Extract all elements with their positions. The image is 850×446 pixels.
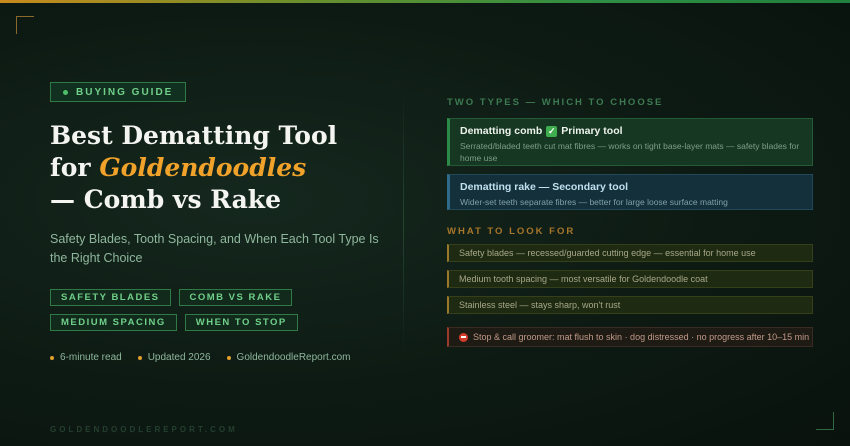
feature-safety-blades: Safety blades — recessed/guarded cutting…: [447, 244, 813, 262]
stop-warning: Stop & call groomer: mat flush to skin ·…: [447, 327, 813, 347]
no-entry-icon: [459, 332, 468, 342]
topic-tags: SAFETY BLADES COMB VS RAKE MEDIUM SPACIN…: [50, 289, 350, 339]
meta-read-time: 6-minute read: [50, 352, 122, 363]
feature-stainless-steel: Stainless steel — stays sharp, won't rus…: [447, 296, 813, 314]
feature-medium-spacing: Medium tooth spacing — most versatile fo…: [447, 270, 813, 288]
look-for-heading: WHAT TO LOOK FOR: [447, 226, 576, 237]
tag-row-2: MEDIUM SPACING WHEN TO STOP: [50, 314, 350, 331]
meta-updated: Updated 2026: [137, 352, 211, 363]
card-comb-title: Dematting comb ✓ Primary tool: [460, 125, 802, 137]
tag-row-1: SAFETY BLADES COMB VS RAKE: [50, 289, 350, 306]
card-dematting-rake: Dematting rake — Secondary tool Wider-se…: [447, 174, 813, 210]
card-comb-title-suffix: Primary tool: [561, 125, 623, 137]
meta-updated-label: Updated 2026: [147, 352, 211, 363]
card-dematting-comb: Dematting comb ✓ Primary tool Serrated/b…: [447, 118, 813, 166]
footer-site-name: GOLDENDOODLEREPORT.COM: [50, 425, 238, 434]
card-comb-title-prefix: Dematting comb: [460, 125, 543, 137]
card-comb-description: Serrated/bladed teeth cut mat fibres — w…: [460, 141, 800, 163]
tag-comb-vs-rake: COMB VS RAKE: [178, 289, 293, 306]
title-line-2-prefix: for: [50, 153, 100, 182]
title-line-2-accent: Goldendoodles: [99, 153, 307, 182]
meta-site-label: GoldendoodleReport.com: [236, 352, 351, 363]
page-subtitle: Safety Blades, Tooth Spacing, and When E…: [50, 232, 379, 265]
meta-site: GoldendoodleReport.com: [226, 352, 351, 363]
corner-bracket-bottom-right: [816, 412, 834, 430]
article-meta: 6-minute read Updated 2026 GoldendoodleR…: [50, 352, 351, 363]
meta-read-time-label: 6-minute read: [60, 352, 122, 363]
bullet-icon: [50, 355, 54, 360]
badge-label: BUYING GUIDE: [76, 86, 174, 98]
title-line-3: — Comb vs Rake: [50, 185, 281, 214]
card-rake-title: Dematting rake — Secondary tool: [460, 181, 629, 193]
buying-guide-badge: BUYING GUIDE: [50, 82, 187, 102]
bullet-icon: [137, 355, 142, 360]
stop-warning-text: Stop & call groomer: mat flush to skin ·…: [473, 332, 810, 342]
top-accent-bar: [0, 0, 850, 3]
title-line-1: Best Dematting Tool: [50, 121, 338, 150]
tag-when-to-stop: WHEN TO STOP: [184, 314, 298, 331]
badge-dot-icon: [63, 89, 68, 95]
page-title: Best Dematting Tool for Goldendoodles — …: [50, 120, 390, 216]
bullet-icon: [226, 355, 231, 360]
card-rake-description: Wider-set teeth separate fibres — better…: [460, 197, 728, 207]
tag-medium-spacing: MEDIUM SPACING: [50, 314, 177, 331]
corner-bracket-top-left: [16, 16, 34, 34]
types-heading: TWO TYPES — WHICH TO CHOOSE: [447, 97, 664, 108]
column-divider: [403, 88, 404, 358]
tag-safety-blades: SAFETY BLADES: [50, 289, 171, 306]
check-mark-icon: ✓: [546, 125, 558, 137]
